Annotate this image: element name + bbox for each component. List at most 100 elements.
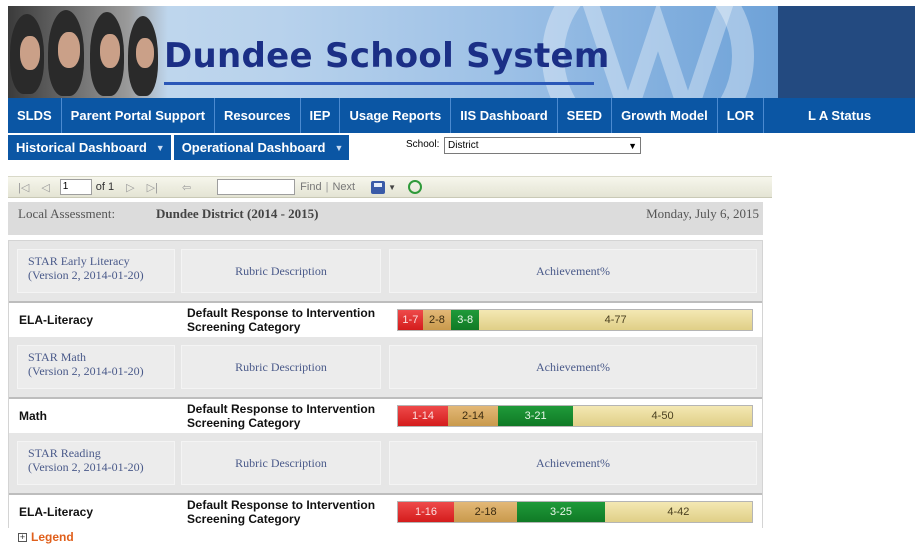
banner: Dundee School System	[0, 0, 915, 98]
nav-seed[interactable]: SEED	[558, 98, 613, 133]
achievement-bar: 1-7 2-8 3-8 4-77	[397, 309, 753, 331]
rubric-description-header: Rubric Description	[181, 441, 381, 485]
achievement-segment-3[interactable]: 3-25	[517, 502, 605, 522]
assessment-name: STAR Math	[28, 350, 87, 364]
nav-lor[interactable]: LOR	[718, 98, 765, 133]
assessment-data-row: ELA-Literacy Default Response to Interve…	[9, 301, 762, 337]
school-label: School:	[406, 139, 440, 150]
assessment-name: STAR Reading	[28, 446, 101, 460]
assessment-version: (Version 2, 2014-01-20)	[28, 268, 144, 282]
nav-resources[interactable]: Resources	[215, 98, 301, 133]
main-nav: SLDS Parent Portal Support Resources IEP…	[8, 98, 915, 133]
nav-la-status[interactable]: L A Status	[764, 98, 915, 133]
back-icon[interactable]: ⇦	[182, 181, 191, 194]
chevron-down-icon: ▼	[155, 142, 165, 153]
assessment-version: (Version 2, 2014-01-20)	[28, 460, 144, 474]
rubric-line-2: Screening Category	[187, 512, 301, 526]
rubric-line-1: Default Response to Intervention	[187, 402, 376, 416]
assessment-header-row: STAR Math (Version 2, 2014-01-20) Rubric…	[9, 337, 762, 397]
operational-dashboard-label: Operational Dashboard	[181, 140, 326, 155]
assessment-header-row: STAR Early Literacy (Version 2, 2014-01-…	[9, 241, 762, 301]
achievement-bar: 1-16 2-18 3-25 4-42	[397, 501, 753, 523]
legend-toggle[interactable]: + Legend	[18, 530, 74, 544]
school-select[interactable]: District ▼	[444, 137, 641, 154]
site-title: Dundee School System	[164, 36, 610, 76]
assessment-version: (Version 2, 2014-01-20)	[28, 364, 144, 378]
find-input[interactable]	[217, 179, 296, 195]
legend-label[interactable]: Legend	[31, 530, 74, 544]
rubric-description-header: Rubric Description	[181, 249, 381, 293]
achievement-segment-4[interactable]: 4-50	[573, 406, 752, 426]
achievement-header: Achievement%	[389, 249, 757, 293]
last-page-icon[interactable]: ▷|	[147, 181, 158, 194]
achievement-segment-2[interactable]: 2-14	[448, 406, 499, 426]
achievement-segment-4[interactable]: 4-77	[479, 310, 752, 330]
banner-right-panel	[778, 6, 915, 98]
expand-icon[interactable]: +	[18, 532, 27, 542]
achievement-segment-2[interactable]: 2-18	[454, 502, 518, 522]
chevron-down-icon: ▼	[334, 142, 344, 153]
local-assessment-label: Local Assessment:	[18, 206, 116, 221]
subject-name: ELA-Literacy	[19, 505, 94, 519]
rubric-line-2: Screening Category	[187, 416, 301, 430]
rubric-description: Default Response to Intervention Screeni…	[187, 498, 375, 526]
rubric-line-1: Default Response to Intervention	[187, 306, 376, 320]
rubric-description: Default Response to Intervention Screeni…	[187, 306, 375, 334]
district-heading: Dundee District (2014 - 2015)	[156, 206, 319, 222]
nav-usage-reports[interactable]: Usage Reports	[340, 98, 452, 133]
next-page-icon[interactable]: ▷	[126, 181, 134, 194]
report-header: Local Assessment: Dundee District (2014 …	[8, 202, 763, 235]
graduates-photo	[8, 6, 168, 98]
sub-nav: Historical Dashboard ▼ Operational Dashb…	[8, 135, 352, 160]
school-select-value: District	[448, 140, 479, 151]
assessment-header-row: STAR Reading (Version 2, 2014-01-20) Rub…	[9, 433, 762, 493]
rubric-line-2: Screening Category	[187, 320, 301, 334]
title-underline	[164, 82, 594, 85]
assessment-name: STAR Early Literacy	[28, 254, 130, 268]
nav-slds[interactable]: SLDS	[8, 98, 62, 133]
operational-dashboard-menu[interactable]: Operational Dashboard ▼	[173, 135, 350, 160]
subject-name: Math	[19, 409, 47, 423]
nav-iis-dashboard[interactable]: IIS Dashboard	[451, 98, 558, 133]
school-year: (2014 - 2015)	[247, 206, 319, 221]
assessment-name-cell: STAR Early Literacy (Version 2, 2014-01-…	[17, 249, 175, 293]
nav-parent-portal-support[interactable]: Parent Portal Support	[62, 98, 216, 133]
achievement-segment-1[interactable]: 1-14	[398, 406, 449, 426]
toolbar-separator: |	[325, 181, 329, 193]
refresh-icon[interactable]	[407, 180, 422, 194]
previous-page-icon[interactable]: ◁	[41, 181, 49, 194]
page-count: of 1	[95, 181, 115, 193]
find-link[interactable]: Find	[300, 181, 321, 193]
achievement-segment-2[interactable]: 2-8	[422, 310, 452, 330]
achievement-bar: 1-14 2-14 3-21 4-50	[397, 405, 753, 427]
achievement-segment-3[interactable]: 3-8	[451, 310, 480, 330]
historical-dashboard-label: Historical Dashboard	[16, 140, 147, 155]
historical-dashboard-menu[interactable]: Historical Dashboard ▼	[8, 135, 171, 160]
achievement-segment-3[interactable]: 3-21	[498, 406, 574, 426]
district-name: Dundee District	[156, 206, 244, 221]
page-number-input[interactable]: 1	[59, 179, 92, 195]
report-toolbar: |◁ ◁ 1 of 1 ▷ ▷| ⇦ Find | Next ▼	[8, 176, 772, 198]
assessment-name-cell: STAR Math (Version 2, 2014-01-20)	[17, 345, 175, 389]
next-link[interactable]: Next	[332, 181, 355, 193]
rubric-line-1: Default Response to Intervention	[187, 498, 376, 512]
dropdown-arrow-icon: ▼	[628, 140, 637, 151]
nav-iep[interactable]: IEP	[301, 98, 341, 133]
first-page-icon[interactable]: |◁	[18, 181, 29, 194]
assessment-data-row: ELA-Literacy Default Response to Interve…	[9, 493, 762, 529]
export-icon[interactable]	[371, 180, 386, 194]
banner-image: Dundee School System	[8, 6, 778, 98]
subject-name: ELA-Literacy	[19, 313, 94, 327]
achievement-header: Achievement%	[389, 345, 757, 389]
report-body: STAR Early Literacy (Version 2, 2014-01-…	[8, 240, 763, 529]
assessment-name-cell: STAR Reading (Version 2, 2014-01-20)	[17, 441, 175, 485]
nav-growth-model[interactable]: Growth Model	[612, 98, 718, 133]
export-dropdown-icon[interactable]: ▼	[388, 183, 396, 192]
assessment-data-row: Math Default Response to Intervention Sc…	[9, 397, 762, 433]
achievement-header: Achievement%	[389, 441, 757, 485]
achievement-segment-4[interactable]: 4-42	[604, 502, 752, 522]
achievement-segment-1[interactable]: 1-16	[398, 502, 455, 522]
report-date: Monday, July 6, 2015	[646, 206, 759, 221]
achievement-segment-1[interactable]: 1-7	[398, 310, 423, 330]
rubric-description: Default Response to Intervention Screeni…	[187, 402, 375, 430]
